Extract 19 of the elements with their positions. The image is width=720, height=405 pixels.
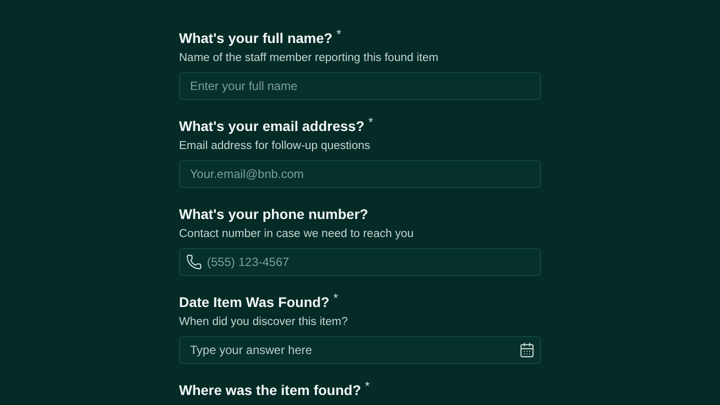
input-field[interactable]: Enter your full name — [179, 72, 541, 100]
question-title: Date Item Was Found? — [179, 293, 330, 312]
question-description: When did you discover this item? — [179, 315, 349, 330]
phone-field[interactable]: (555) 123-4567 — [179, 248, 541, 276]
required-mark: * — [333, 292, 338, 304]
question-description: Email address for follow-up questions — [179, 139, 372, 154]
question-title: What's your full name? — [179, 29, 332, 48]
calendar-icon[interactable] — [519, 342, 535, 358]
date-field[interactable]: Type your answer here — [179, 336, 541, 364]
question-title: What's your phone number? — [179, 205, 368, 224]
required-mark: * — [365, 380, 370, 392]
required-mark: * — [368, 116, 374, 128]
input-field[interactable]: Your.email@bnb.com — [179, 160, 541, 188]
question-title: What's your email address? — [179, 117, 364, 136]
phone-icon — [186, 254, 202, 270]
question-title: Where was the item found? — [179, 381, 362, 400]
question-description: Contact number in case we need to reach you — [179, 227, 415, 242]
required-mark: * — [336, 28, 342, 40]
question-description: Name of the staff member reporting this found item — [179, 51, 440, 66]
